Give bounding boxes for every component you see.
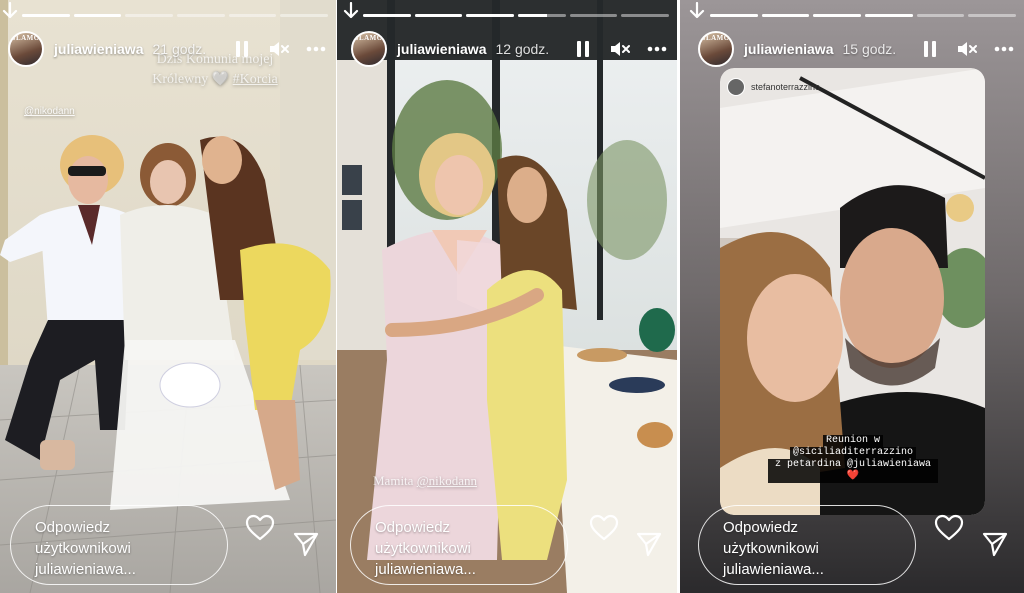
progress-segment [414,14,463,17]
story-controls [232,39,326,59]
more-options-button[interactable] [647,39,667,59]
avatar-logo-text: GLAMOUR [353,34,385,42]
reply-placeholder-line: użytkownikowi [375,540,471,557]
arrow-down-icon[interactable] [1,2,19,20]
reply-placeholder-line: juliawieniawa... [35,561,136,578]
pause-button[interactable] [573,39,593,59]
progress-segment [710,14,758,17]
reposted-caption-line: Reunion w [822,435,883,447]
story-panel-2[interactable]: Mamita @nikodann GLAMOUR juliawieniawa 1… [337,0,677,593]
reply-placeholder-line: Odpowiedz [35,519,111,536]
progress-segment [363,14,411,17]
progress-segment [22,14,70,17]
story-panel-1[interactable]: Dziś Komunia mojej Królewny 🤍 #Korcia @n… [0,0,336,593]
heart-icon[interactable] [934,513,964,543]
post-time: 21 godz. [152,41,207,57]
progress-segment [569,14,618,17]
reposted-mention[interactable]: @siciliaditerrazzino [789,447,917,459]
pause-icon [924,41,936,57]
progress-segment [968,14,1017,17]
avatar[interactable]: GLAMOUR [351,31,387,67]
progress-segment [916,14,965,17]
username[interactable]: juliawieniawa [744,41,833,57]
reply-input[interactable]: Odpowiedz użytkownikowi juliawieniawa... [350,505,568,585]
arrow-down-icon[interactable] [342,2,360,20]
pause-button[interactable] [920,39,940,59]
reply-placeholder-line: juliawieniawa... [723,561,824,578]
caption-line-2: Królewny 🤍 #Korcia [115,70,315,90]
story-caption: Mamita @nikodann [373,473,477,489]
speaker-muted-icon [270,42,289,56]
username[interactable]: juliawieniawa [397,41,486,57]
story-progress-bar [710,14,1017,17]
reply-placeholder-line: użytkownikowi [35,540,131,557]
progress-segment [813,14,862,17]
send-icon[interactable] [292,530,320,558]
reply-placeholder-line: Odpowiedz [723,519,799,536]
reposted-avatar [727,78,745,96]
reposted-from-user[interactable]: stefanoterrazzino [727,76,820,98]
send-icon[interactable] [635,530,663,558]
reply-placeholder-line: Odpowiedz [375,519,451,536]
story-controls [920,39,1014,59]
mute-button[interactable] [269,39,289,59]
avatar-logo-text: GLAMOUR [10,34,42,42]
story-header: GLAMOUR juliawieniawa 12 godz. [351,31,667,67]
more-horizontal-icon [994,46,1014,52]
progress-segment [280,14,329,17]
speaker-muted-icon [958,42,977,56]
progress-segment [466,14,515,17]
story-panel-3[interactable]: stefanoterrazzino Reunion w @siciliadite… [680,0,1024,593]
more-horizontal-icon [306,46,326,52]
mute-button[interactable] [610,39,630,59]
more-options-button[interactable] [994,39,1014,59]
reply-input[interactable]: Odpowiedz użytkownikowi juliawieniawa... [698,505,916,585]
progress-segment [621,14,670,17]
heart-icon[interactable] [589,513,619,543]
post-time: 12 godz. [495,41,550,57]
mention-tag[interactable]: @nikodann [24,106,75,117]
speaker-muted-icon [611,42,630,56]
more-options-button[interactable] [306,39,326,59]
reposted-username: stefanoterrazzino [751,82,821,92]
story-progress-bar [363,14,670,17]
post-time: 15 godz. [842,41,897,57]
pause-icon [577,41,589,57]
story-header: GLAMOUR juliawieniawa 21 godz. [8,31,326,67]
avatar[interactable]: GLAMOUR [8,31,44,67]
heart-icon[interactable] [245,513,275,543]
progress-segment [73,14,122,17]
progress-segment [865,14,913,17]
reply-placeholder-line: użytkownikowi [723,540,819,557]
progress-segment [518,14,566,17]
reposted-caption: Reunion w @siciliaditerrazzino z petardi… [768,435,938,483]
more-horizontal-icon [647,46,667,52]
caption-text: Królewny 🤍 [152,72,233,87]
caption-hashtag[interactable]: #Korcia [233,72,278,87]
mention-tag[interactable]: @nikodann [417,473,477,488]
mute-button[interactable] [957,39,977,59]
progress-segment [125,14,174,17]
reply-input[interactable]: Odpowiedz użytkownikowi juliawieniawa... [10,505,228,585]
avatar-logo-text: GLAMOUR [700,34,732,42]
avatar[interactable]: GLAMOUR [698,31,734,67]
story-header: GLAMOUR juliawieniawa 15 godz. [698,31,1014,67]
pause-button[interactable] [232,39,252,59]
username[interactable]: juliawieniawa [54,41,143,57]
progress-segment [761,14,810,17]
story-controls [573,39,667,59]
caption-text: Mamita [373,473,417,488]
story-progress-bar [22,14,329,17]
arrow-down-icon[interactable] [688,2,706,20]
reply-placeholder-line: juliawieniawa... [375,561,476,578]
progress-segment [228,14,277,17]
reposted-caption-line: z petardina @juliawieniawa❤️ [768,459,938,483]
pause-icon [236,41,248,57]
progress-segment [177,14,225,17]
send-icon[interactable] [981,530,1009,558]
